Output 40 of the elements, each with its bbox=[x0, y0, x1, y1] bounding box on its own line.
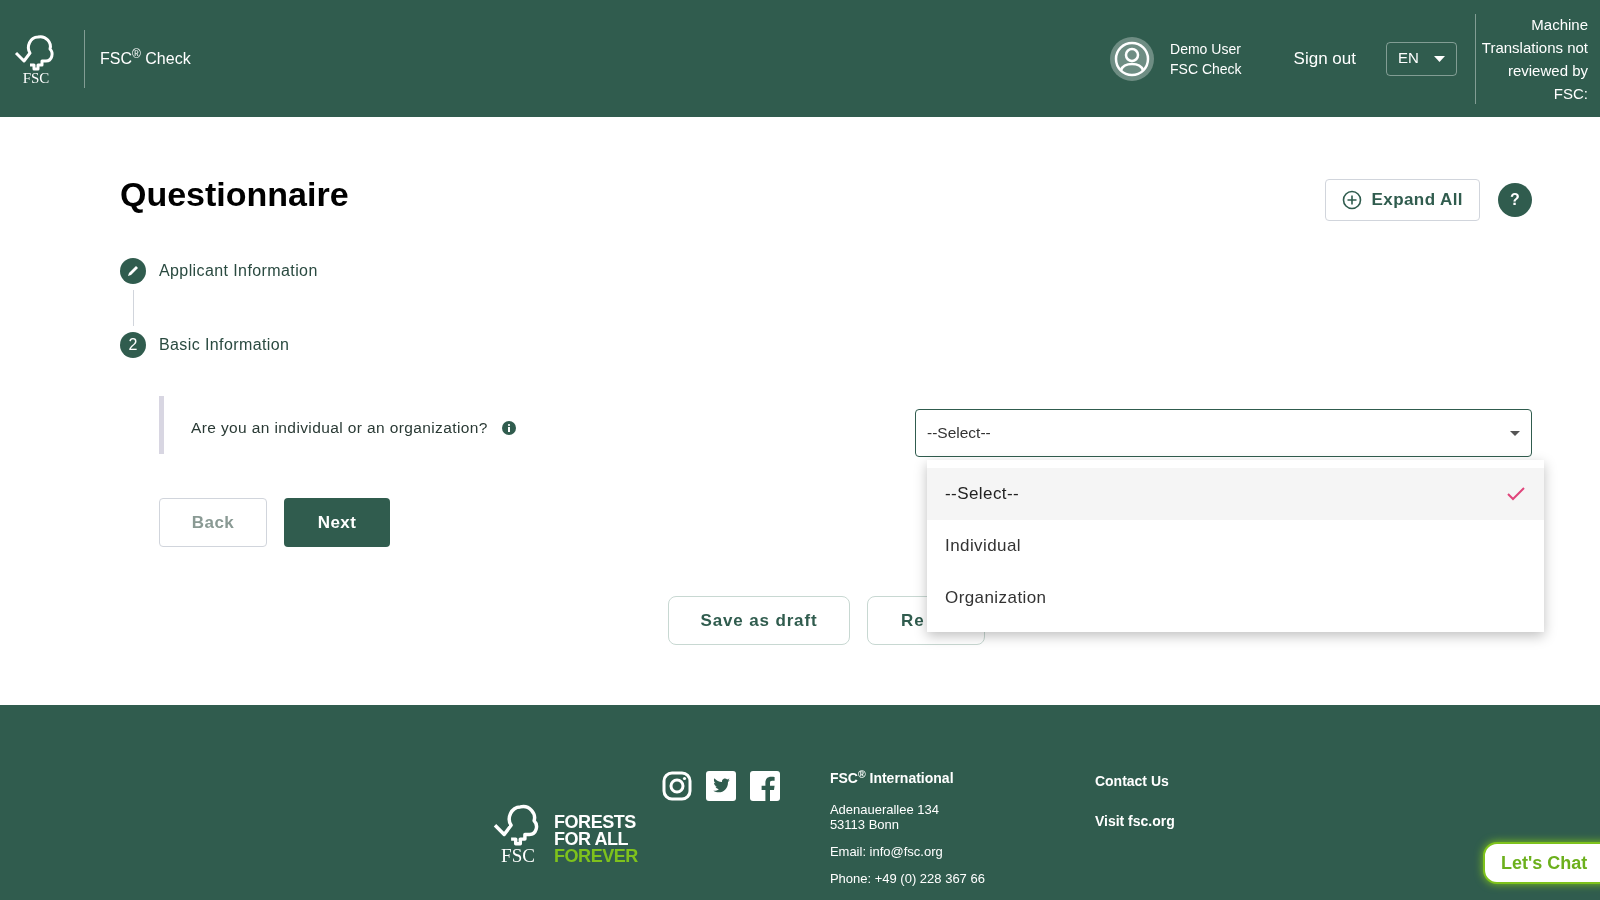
email-text: Email: info@fsc.org bbox=[829, 844, 944, 859]
footer-link[interactable]: Visit fsc.org bbox=[1094, 811, 1175, 832]
address-line: 53113 Bonn bbox=[829, 817, 901, 832]
caret-icon bbox=[1510, 430, 1520, 436]
dropdown-option[interactable]: --Select-- bbox=[927, 468, 1544, 520]
caret-icon bbox=[1434, 55, 1445, 62]
slogan-line: FOR ALL bbox=[554, 831, 630, 848]
user-role: FSC Check bbox=[1170, 59, 1242, 79]
facebook-icon[interactable] bbox=[749, 771, 780, 801]
logo-text: FSC bbox=[22, 71, 50, 86]
plus-circle-icon bbox=[1341, 190, 1362, 210]
check-icon bbox=[1506, 486, 1526, 502]
footer-link[interactable]: Contact Us bbox=[1094, 771, 1175, 792]
pencil-icon bbox=[120, 258, 146, 284]
language-select[interactable]: EN bbox=[1386, 41, 1457, 76]
next-button[interactable]: Next bbox=[284, 498, 390, 547]
info-icon[interactable] bbox=[501, 421, 516, 435]
translation-notice: Machine Translations not reviewed by FSC: bbox=[1480, 14, 1588, 104]
save-draft-button[interactable]: Save as draft bbox=[668, 596, 850, 645]
help-button[interactable]: ? bbox=[1498, 183, 1532, 217]
step-number: 2 bbox=[120, 332, 146, 358]
slogan-line: FOREVER bbox=[554, 848, 638, 865]
address-line: Adenauerallee 134 bbox=[829, 802, 941, 817]
step-label[interactable]: Applicant Information bbox=[159, 259, 318, 283]
twitter-icon[interactable] bbox=[705, 771, 736, 801]
user-name: Demo User bbox=[1170, 39, 1242, 59]
logo-text: FSC bbox=[501, 846, 535, 865]
phone-text: Phone: +49 (0) 228 367 66 bbox=[829, 871, 985, 886]
app-name: FSC$^{®}$ Check bbox=[100, 46, 191, 69]
expand-all-button[interactable]: Expand All bbox=[1324, 179, 1480, 221]
select-field[interactable]: --Select-- bbox=[915, 409, 1532, 457]
question-text: Are you an individual or an organization? bbox=[191, 418, 488, 439]
step-label[interactable]: Basic Information bbox=[159, 333, 290, 357]
page-title: Questionnaire bbox=[120, 174, 349, 214]
fsc-logo[interactable]: FSC bbox=[12, 31, 60, 86]
slogan-line: FORESTS bbox=[554, 814, 637, 831]
address-heading: FSC$^{®}$ International bbox=[829, 771, 955, 786]
dropdown-option[interactable]: Individual bbox=[927, 520, 1544, 572]
instagram-icon[interactable] bbox=[661, 771, 692, 801]
sign-out-link[interactable]: Sign out bbox=[1293, 45, 1356, 72]
